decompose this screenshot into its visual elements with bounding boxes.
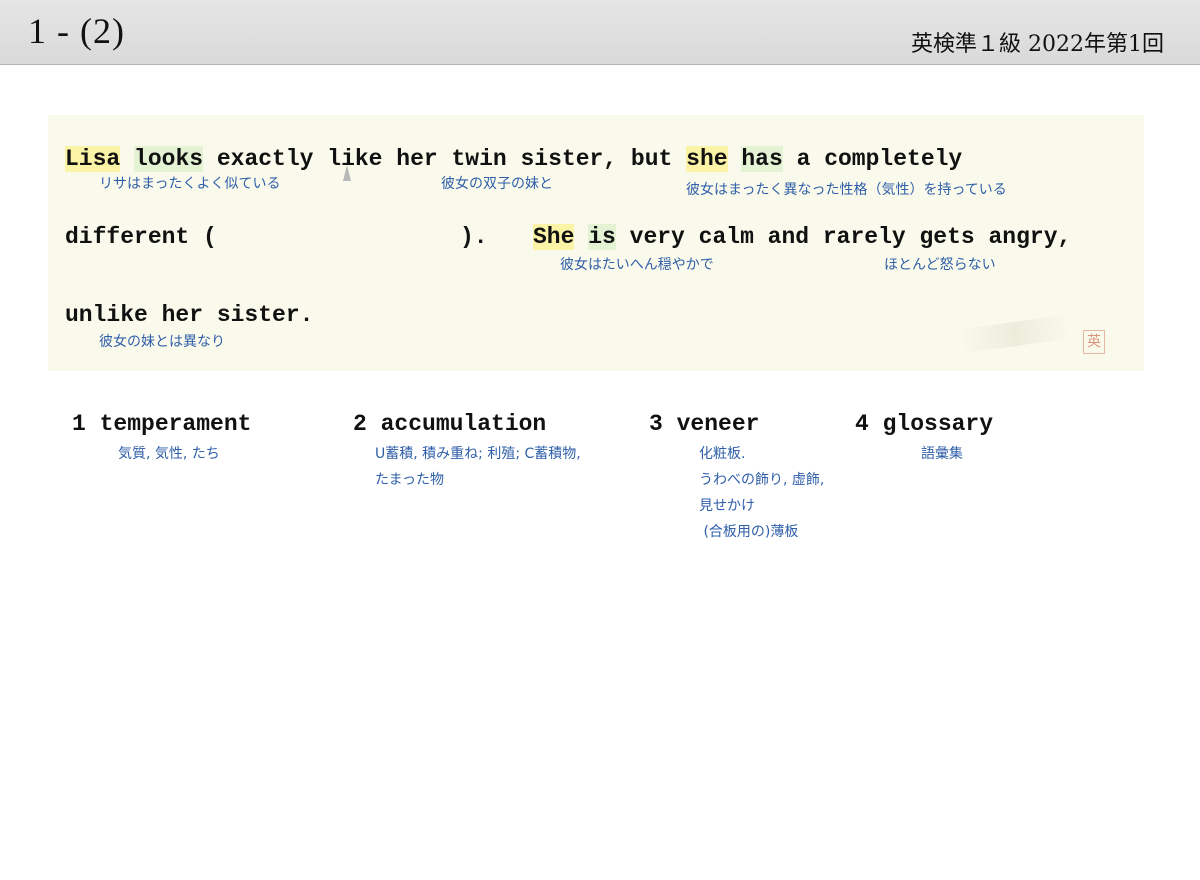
passage-text: exactly like her twin sister, but xyxy=(203,146,687,172)
choice-4[interactable]: 4 glossary xyxy=(855,411,993,437)
passage-line-3: unlike her sister. xyxy=(65,302,314,328)
gloss-1: リサはまったくよく似ている xyxy=(99,176,281,192)
highlight-she: she xyxy=(686,146,728,172)
choice-1-gloss: 気質, 気性, たち xyxy=(118,441,220,467)
seal-stamp: 英 xyxy=(1083,330,1105,354)
slide: 1 - (2) 英検準１級 2022年第1回 Lisa looks exactl… xyxy=(0,0,1200,880)
highlight-is: is xyxy=(588,224,616,250)
gloss-2: 彼女の双子の妹と xyxy=(441,176,553,192)
highlight-she-2: She xyxy=(533,224,575,250)
choice-4-gloss: 語彙集 xyxy=(921,441,963,467)
gloss-line: 見せかけ xyxy=(699,498,755,514)
passage-line-1: Lisa looks exactly like her twin sister,… xyxy=(65,146,962,172)
highlight-lisa: Lisa xyxy=(65,146,121,172)
passage-line-2-end: She is very calm and rarely gets angry, xyxy=(533,224,1071,250)
gloss-6: 彼女の妹とは異なり xyxy=(99,334,225,350)
choice-2-gloss: U蓄積, 積み重ね; 利殖; C蓄積物, たまった物 xyxy=(375,441,581,493)
highlight-looks: looks xyxy=(134,146,204,172)
gloss-line: (合板用の)薄板 xyxy=(699,524,799,540)
choice-2[interactable]: 2 accumulation xyxy=(353,411,546,437)
gloss-line: U蓄積, 積み重ね; 利殖; C蓄積物, xyxy=(375,446,581,462)
exam-label: 英検準１級 2022年第1回 xyxy=(911,32,1164,57)
gloss-line: 化粧板. xyxy=(699,446,746,462)
passage-line-2-start: different ( xyxy=(65,224,217,250)
gloss-3: 彼女はまったく異なった性格（気性）を持っている xyxy=(686,182,1007,198)
slide-number: 1 - (2) xyxy=(28,11,125,51)
choice-3[interactable]: 3 veneer xyxy=(649,411,759,437)
gloss-line: うわべの飾り, 虚飾, xyxy=(699,472,825,488)
gloss-line: 気質, 気性, たち xyxy=(118,446,220,462)
highlight-has: has xyxy=(741,146,783,172)
gloss-line: たまった物 xyxy=(375,472,445,488)
passage-line-2-blank-end: ). xyxy=(460,224,488,250)
passage-text: very calm and rarely gets angry, xyxy=(615,224,1072,250)
gloss-5: ほとんど怒らない xyxy=(884,257,996,273)
passage-text: a completely xyxy=(782,146,963,172)
gloss-line: 語彙集 xyxy=(921,446,963,462)
slide-header: 1 - (2) 英検準１級 2022年第1回 xyxy=(0,0,1200,65)
choice-3-gloss: 化粧板. うわべの飾り, 虚飾, 見せかけ (合板用の)薄板 xyxy=(699,441,824,545)
choice-1[interactable]: 1 temperament xyxy=(72,411,251,437)
insertion-caret-icon xyxy=(343,165,351,181)
gloss-4: 彼女はたいへん穏やかで xyxy=(560,257,714,273)
